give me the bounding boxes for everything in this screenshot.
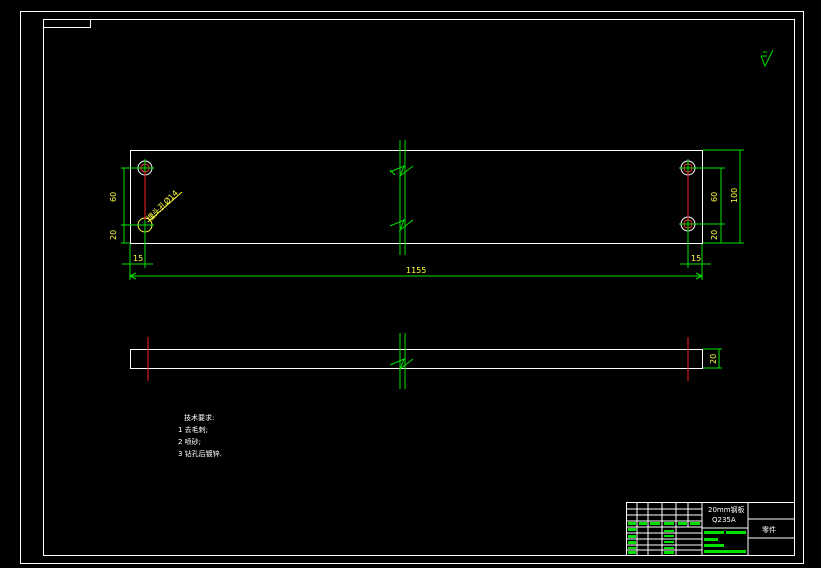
dim-side-20: 20 (709, 354, 718, 364)
dim-left-60: 60 (109, 192, 118, 202)
notes-item-1: 1 去毛刺; (178, 425, 208, 434)
title-part-name: 20mm钢板 (708, 505, 745, 514)
roughness-symbol (760, 49, 774, 68)
title-material: Q235A (712, 516, 736, 524)
plate-side-outline (130, 349, 703, 369)
dim-edge-right-15: 15 (691, 254, 701, 263)
dim-right-60: 60 (710, 192, 719, 202)
dim-right-20: 20 (710, 230, 719, 240)
dim-edge-left-15: 15 (133, 254, 143, 263)
cad-drawing: 埋头孔Ø14 60 20 60 20 100 15 15 1155 20 技术要… (20, 11, 804, 564)
notes-item-3: 3 钻孔后镀锌. (178, 449, 222, 458)
dim-left-20: 20 (109, 230, 118, 240)
break-symbol-side (389, 333, 414, 389)
hole-callout-text: 埋头孔Ø14 (144, 188, 180, 224)
inner-frame (43, 19, 795, 556)
technical-notes: 技术要求: 1 去毛刺; 2 喷砂; 3 钻孔后镀锌. (178, 413, 222, 458)
drawing-number-box (43, 19, 91, 28)
top-view: 埋头孔Ø14 60 20 60 20 100 15 15 1155 (109, 140, 744, 280)
notes-item-2: 2 喷砂; (178, 437, 201, 446)
notes-title: 技术要求: (184, 413, 214, 422)
title-label: 零件 (762, 525, 776, 534)
side-view: 20 (130, 333, 722, 389)
outer-frame (20, 11, 804, 564)
dim-length-1155: 1155 (406, 266, 426, 275)
dim-right-100: 100 (730, 188, 739, 203)
break-symbol-top (389, 140, 414, 255)
plate-top-outline (130, 150, 703, 244)
title-block: 20mm钢板 Q235A 零件 (626, 502, 795, 556)
